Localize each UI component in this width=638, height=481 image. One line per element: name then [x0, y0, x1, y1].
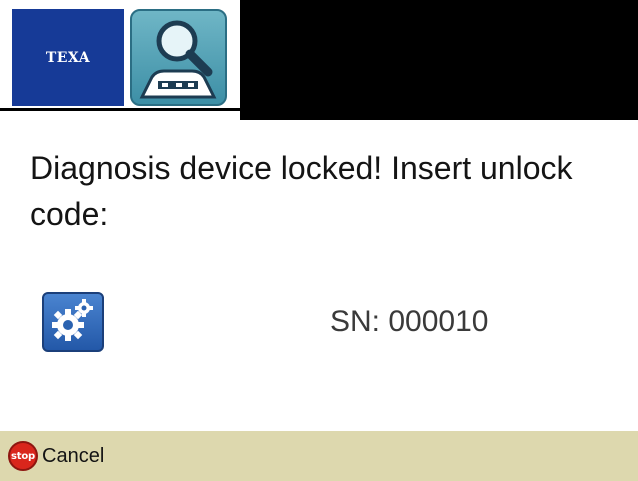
stop-icon-text: stop	[11, 450, 35, 462]
settings-button[interactable]	[42, 292, 104, 352]
serial-number: SN: 000010	[330, 305, 489, 338]
texa-logo: TEXA	[12, 9, 124, 106]
header-bar: TEXA	[0, 0, 638, 120]
cancel-label: Cancel	[42, 444, 105, 467]
unlock-screen: TEXA Diagnosis device locked! Insert unl…	[0, 0, 638, 481]
lock-message: Diagnosis device locked! Insert unlock c…	[30, 150, 573, 232]
stop-icon: stop	[8, 441, 38, 471]
texa-logo-text: TEXA	[45, 49, 91, 66]
header-divider	[0, 108, 240, 111]
footer-bar: stop Cancel	[0, 431, 638, 481]
magnifier-vehicle-icon	[130, 9, 227, 106]
gears-icon	[49, 296, 97, 349]
cancel-button[interactable]: stop Cancel	[0, 436, 104, 476]
header-title-area	[240, 0, 638, 120]
